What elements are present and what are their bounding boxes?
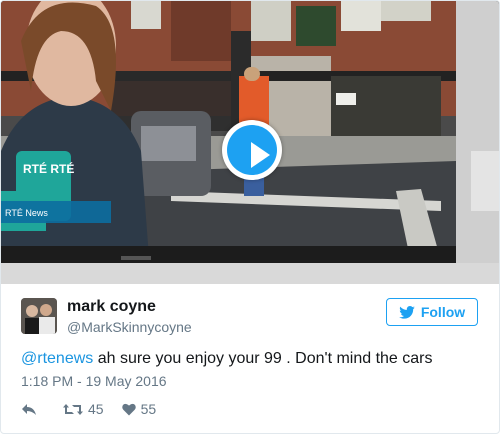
play-button[interactable] [222, 120, 282, 180]
tweet-header: mark coyne @MarkSkinnycoyne Follow [21, 298, 481, 338]
author-handle[interactable]: @MarkSkinnycoyne [67, 319, 192, 335]
microphone-logo: RTÉ RTÉ [23, 161, 74, 176]
video-thumbnail[interactable]: RTÉ RTÉ RTÉ News [1, 1, 499, 284]
reply-icon [22, 403, 36, 415]
play-icon [227, 125, 277, 175]
tweet-text: @rtenews ah sure you enjoy your 99 . Don… [21, 350, 433, 368]
retweet-count: 45 [88, 401, 104, 417]
lower-third-caption: RTÉ News [5, 208, 48, 218]
like-count: 55 [140, 401, 157, 417]
tweet-timestamp[interactable]: 1:18 PM - 19 May 2016 [21, 373, 167, 389]
follow-label: Follow [420, 304, 466, 320]
follow-button[interactable]: Follow [386, 298, 478, 326]
like-button[interactable]: 55 [121, 401, 157, 417]
mention-link[interactable]: @rtenews [21, 350, 93, 367]
reply-button[interactable] [21, 403, 37, 416]
tweet-card: RTÉ RTÉ RTÉ News mark coyne @MarkSkinnyc… [0, 0, 500, 434]
retweet-button[interactable]: 45 [63, 401, 104, 417]
tweet-actions: 45 55 [21, 399, 156, 419]
retweet-icon [63, 403, 83, 415]
avatar[interactable] [21, 298, 57, 334]
twitter-bird-icon [399, 305, 415, 319]
tweet-body: ah sure you enjoy your 99 . Don't mind t… [93, 350, 433, 367]
author-name[interactable]: mark coyne [67, 298, 156, 316]
heart-icon [121, 403, 136, 415]
